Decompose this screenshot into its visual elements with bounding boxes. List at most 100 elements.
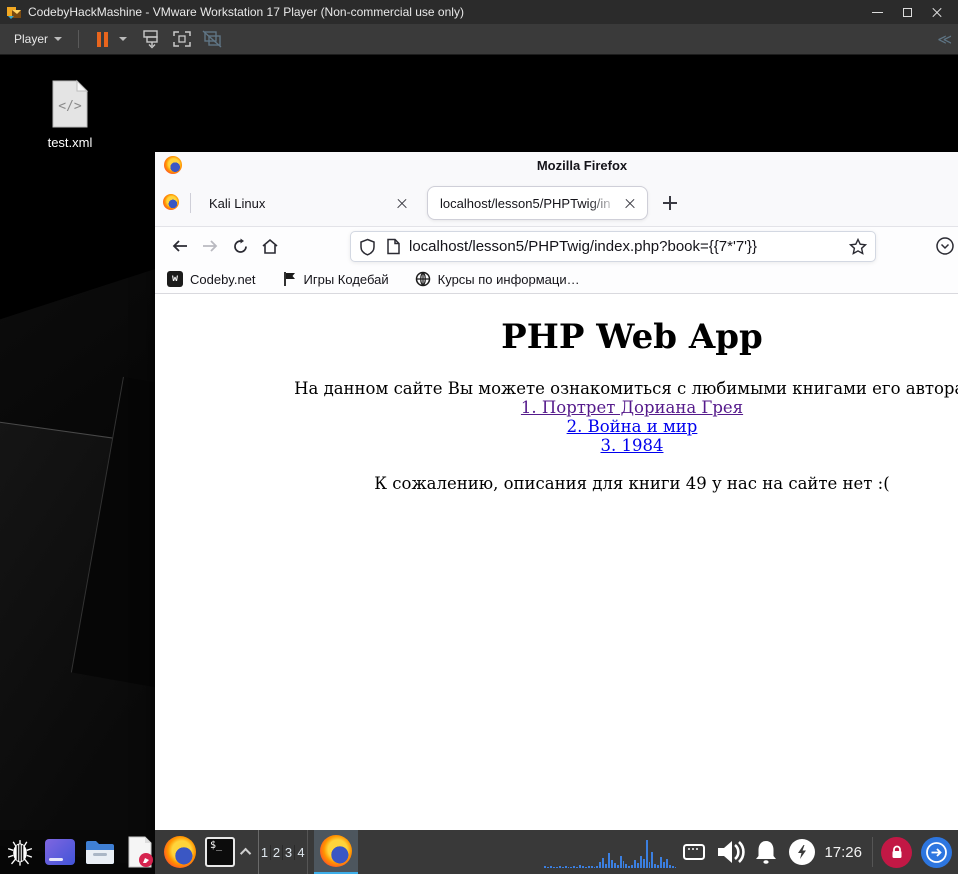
bookmark-courses[interactable]: Курсы по информаци… xyxy=(415,271,580,287)
volume-tray[interactable] xyxy=(712,830,748,874)
flag-icon xyxy=(283,272,295,286)
fullscreen-button[interactable] xyxy=(169,27,195,51)
tab-kali-linux[interactable]: Kali Linux xyxy=(197,186,419,220)
vm-minimize-button[interactable] xyxy=(862,1,892,23)
firefox-logo-icon xyxy=(164,836,196,868)
firefox-view-button[interactable] xyxy=(163,194,179,210)
terminal-icon: $_ xyxy=(205,837,235,867)
globe-icon xyxy=(415,271,430,287)
unity-mode-icon xyxy=(143,30,158,49)
caret-down-icon xyxy=(54,37,63,41)
bookmark-games[interactable]: Игры Кодебай xyxy=(282,271,389,287)
bookmark-label: Codeby.net xyxy=(190,271,256,287)
workspace-pager: 1 2 3 4 xyxy=(258,830,308,874)
workspace-1[interactable]: 1 xyxy=(259,844,271,860)
home-icon xyxy=(262,238,278,254)
tab-label: localhost/lesson5/PHPTwig/in xyxy=(440,195,611,211)
bookmark-label: Курсы по информаци… xyxy=(437,271,580,287)
file-manager-launcher[interactable] xyxy=(80,830,120,874)
logout-button[interactable] xyxy=(921,836,952,868)
web-page-content: PHP Web App На данном сайте Вы можете оз… xyxy=(155,294,958,874)
show-desktop-button[interactable] xyxy=(40,830,80,874)
toolbar-divider xyxy=(78,30,80,48)
vmware-toolbar: Player ≪ xyxy=(0,24,958,55)
vmware-logo-icon xyxy=(7,7,21,19)
suspend-options-caret-icon[interactable] xyxy=(119,37,128,41)
pause-icon xyxy=(96,31,108,47)
codeby-favicon: w xyxy=(167,271,183,287)
forward-arrow-icon xyxy=(203,240,218,252)
workspace-2[interactable]: 2 xyxy=(271,844,283,860)
reload-button[interactable] xyxy=(225,231,255,261)
desktop-icon-label: test.xml xyxy=(47,135,93,150)
kali-desktop: </> test.xml Mozilla Firefox Kali Linux … xyxy=(0,55,958,874)
fullscreen-icon xyxy=(173,31,191,47)
page-info-icon xyxy=(387,238,400,255)
power-manager-tray[interactable] xyxy=(784,830,820,874)
player-menu-button[interactable]: Player xyxy=(8,28,68,50)
vm-screen: CodebyHackMashine - VMware Workstation 1… xyxy=(0,0,958,874)
tab-divider xyxy=(190,193,191,213)
workspace-4[interactable]: 4 xyxy=(295,845,307,860)
panel-expand-button[interactable] xyxy=(239,830,254,874)
firefox-window-title: Mozilla Firefox xyxy=(536,158,628,173)
firefox-launcher[interactable] xyxy=(160,830,200,874)
desktop-file-test-xml[interactable]: </> test.xml xyxy=(30,79,110,150)
firefox-titlebar[interactable]: Mozilla Firefox xyxy=(155,152,958,179)
text-editor-launcher[interactable] xyxy=(120,830,160,874)
book-link-3[interactable]: 3. 1984 xyxy=(155,436,958,455)
page-title: PHP Web App xyxy=(501,317,763,357)
lock-icon xyxy=(892,845,901,858)
navigation-bar: localhost/lesson5/PHPTwig/index.php?book… xyxy=(155,227,958,265)
tab-bar: Kali Linux localhost/lesson5/PHPTwig/in xyxy=(155,179,958,227)
tab-localhost-active[interactable]: localhost/lesson5/PHPTwig/in xyxy=(427,186,648,220)
home-button[interactable] xyxy=(255,231,285,261)
shield-icon xyxy=(360,238,375,256)
display-settings-tray[interactable] xyxy=(676,830,712,874)
bell-icon xyxy=(756,840,777,864)
bookmark-codeby[interactable]: w Codeby.net xyxy=(167,271,256,287)
back-button[interactable] xyxy=(165,231,195,261)
firefox-window-task-button[interactable] xyxy=(314,830,358,874)
url-input[interactable]: localhost/lesson5/PHPTwig/index.php?book… xyxy=(409,238,849,255)
network-monitor-graph[interactable] xyxy=(544,836,677,868)
send-ctrl-alt-del-button[interactable] xyxy=(139,27,165,51)
notifications-tray[interactable] xyxy=(748,830,784,874)
pocket-icon xyxy=(936,237,954,255)
terminal-launcher[interactable]: $_ xyxy=(200,830,240,874)
vm-close-button[interactable] xyxy=(922,1,952,23)
tab-label: Kali Linux xyxy=(209,195,266,211)
book-link-1[interactable]: 1. Портрет Дориана Грея xyxy=(155,398,958,417)
xml-file-icon: </> xyxy=(52,79,89,128)
desktop-pager-icon xyxy=(45,839,75,865)
tab-close-icon[interactable] xyxy=(621,194,639,212)
forward-button xyxy=(195,231,225,261)
chevron-up-icon xyxy=(239,847,252,860)
book-link-2[interactable]: 2. Война и мир xyxy=(155,417,958,436)
suspend-vm-button[interactable] xyxy=(89,27,115,51)
firefox-window: Mozilla Firefox Kali Linux localhost/les… xyxy=(155,152,958,874)
kali-taskbar: $_ 1 2 3 4 17:26 xyxy=(0,830,958,874)
pocket-save-button[interactable] xyxy=(935,236,955,261)
book-links: 1. Портрет Дориана Грея 2. Война и мир 3… xyxy=(155,398,958,455)
firefox-logo-icon xyxy=(164,156,182,174)
url-bar[interactable]: localhost/lesson5/PHPTwig/index.php?book… xyxy=(350,231,876,262)
clock[interactable]: 17:26 xyxy=(824,844,862,861)
lock-screen-button[interactable] xyxy=(881,836,912,868)
tab-close-icon[interactable] xyxy=(393,194,411,212)
vm-maximize-button[interactable] xyxy=(892,1,922,23)
firefox-logo-icon xyxy=(320,835,352,867)
new-tab-button[interactable] xyxy=(658,191,682,215)
bookmark-star-icon[interactable] xyxy=(849,238,867,255)
svg-text:</>: </> xyxy=(58,99,82,114)
toolbar-collapse-button[interactable]: ≪ xyxy=(937,31,952,48)
workspace-3[interactable]: 3 xyxy=(283,844,295,860)
applications-menu-button[interactable] xyxy=(0,830,40,874)
bookmark-label: Игры Кодебай xyxy=(303,271,389,287)
power-icon xyxy=(789,839,816,865)
text-editor-icon xyxy=(128,836,153,868)
speaker-icon xyxy=(718,841,746,863)
tray-divider xyxy=(872,837,873,867)
reload-icon xyxy=(233,238,247,253)
kali-dragon-icon xyxy=(7,840,33,866)
